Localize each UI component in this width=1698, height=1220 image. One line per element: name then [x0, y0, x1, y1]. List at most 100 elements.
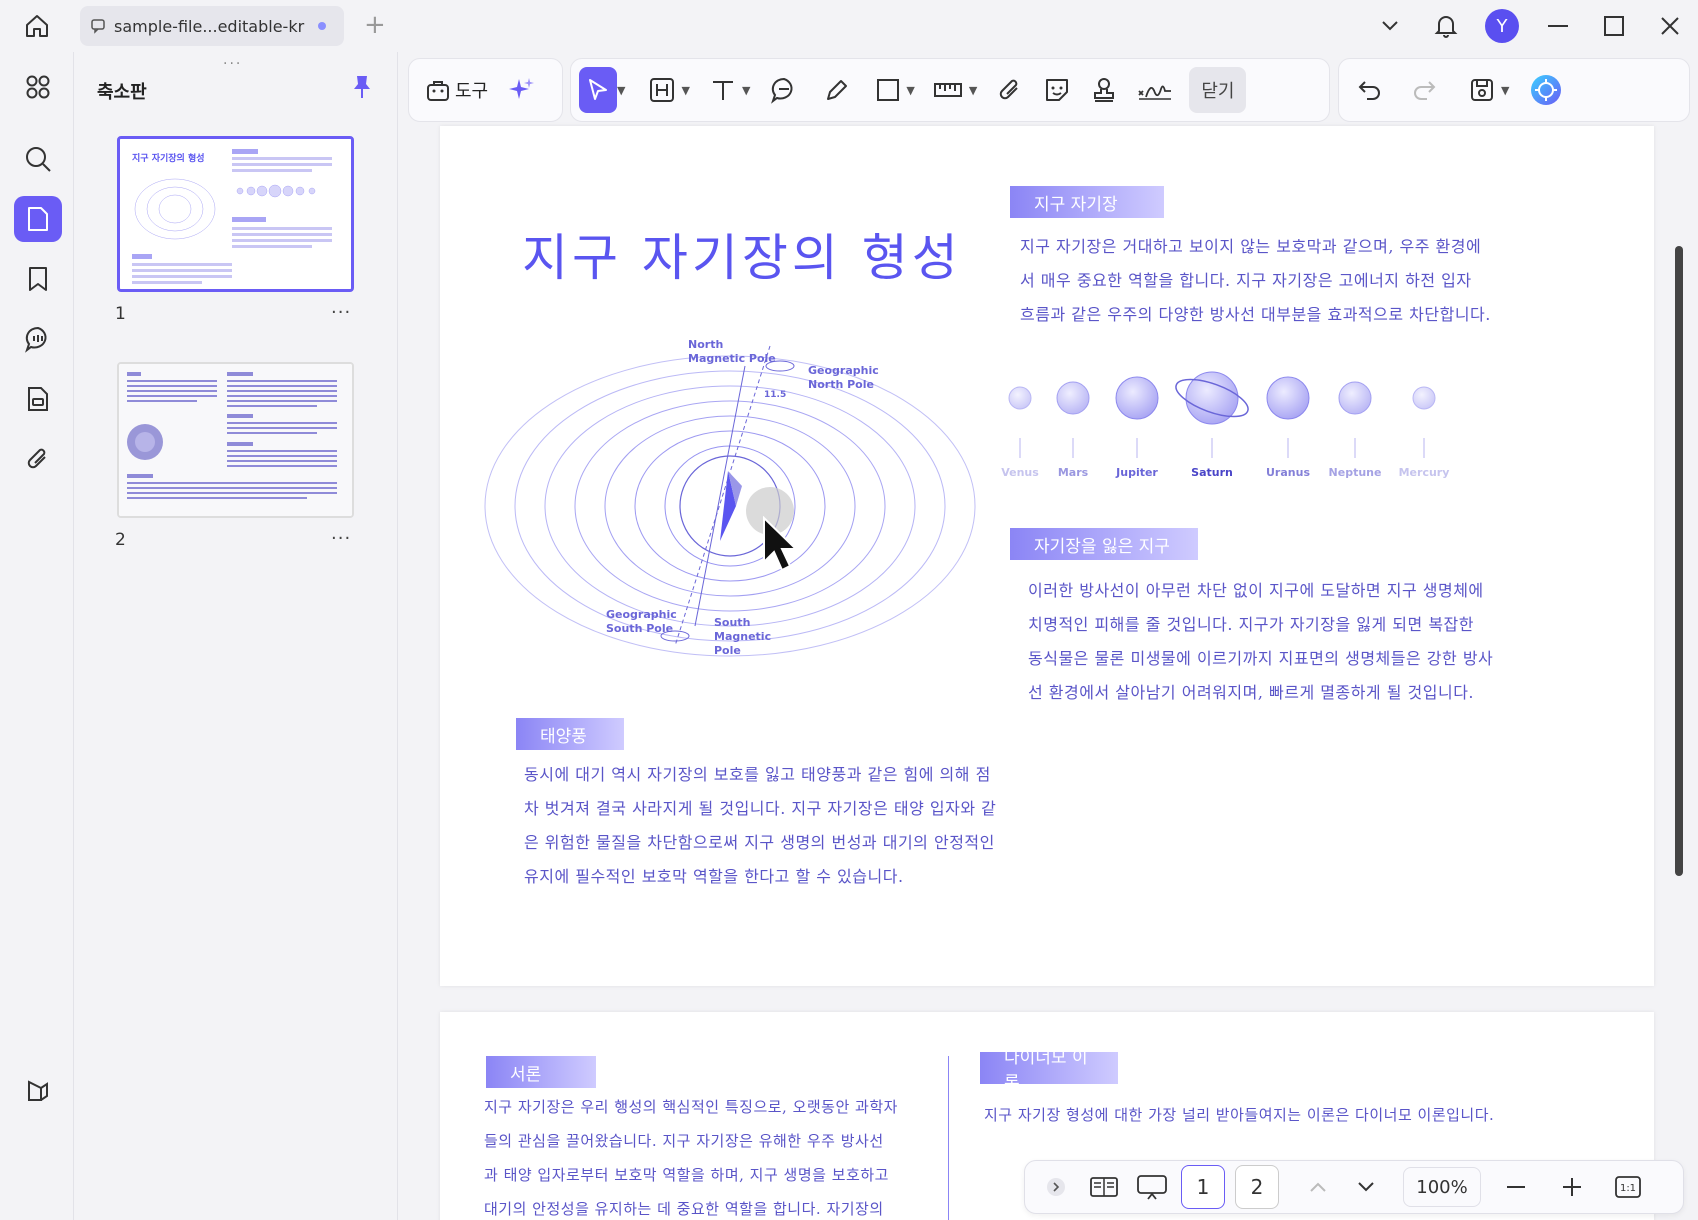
collapse-navbar-button[interactable]	[1037, 1168, 1075, 1206]
pen-icon	[827, 80, 848, 100]
document-tab[interactable]: sample-file...editable-kr	[80, 6, 344, 46]
chevron-down-icon[interactable]: ▼	[681, 84, 689, 97]
apps-button[interactable]	[14, 64, 62, 110]
page-thumbnail-2[interactable]	[117, 362, 354, 518]
page-2-button[interactable]: 2	[1235, 1165, 1279, 1209]
user-avatar-button[interactable]: Y	[1474, 0, 1530, 52]
chevron-down-icon[interactable]: ▼	[969, 84, 977, 97]
attachment-button[interactable]	[14, 436, 62, 482]
select-tool-button[interactable]	[579, 67, 617, 113]
tools-group: 도구	[408, 58, 563, 122]
close-toolbar-button[interactable]: 닫기	[1189, 67, 1247, 113]
thumbnail-more-button[interactable]: ···	[331, 302, 351, 323]
paperclip-icon	[27, 448, 46, 469]
chevron-right-icon	[1047, 1178, 1065, 1196]
new-tab-button[interactable]: +	[364, 12, 386, 38]
home-icon	[26, 15, 48, 37]
stamp-icon	[1094, 78, 1115, 102]
south-magnetic-pole-label: South Magnetic Pole	[714, 616, 772, 657]
signature-tool-button[interactable]	[1131, 67, 1179, 113]
page-1-button[interactable]: 1	[1181, 1165, 1225, 1209]
maximize-button[interactable]	[1586, 0, 1642, 52]
text-line: 지구 자기장은 거대하고 보이지 않는 보호막과 같으며, 우주 환경에	[1020, 237, 1482, 256]
planet-label: Jupiter	[1116, 466, 1158, 479]
ai-assistant-button[interactable]	[1523, 67, 1569, 113]
thumbnails-button[interactable]	[14, 196, 62, 242]
panel-resize-handle[interactable]: ···	[223, 56, 242, 72]
pen-tool-button[interactable]	[818, 67, 856, 113]
sticker-tool-button[interactable]	[1037, 67, 1077, 113]
text-line: 차 벗겨져 결국 사라지게 될 것입니다. 지구 자기장은 태양 입자와 같	[524, 799, 997, 818]
bell-icon	[1434, 16, 1458, 38]
measure-tool-button[interactable]	[927, 67, 969, 113]
two-page-view-button[interactable]	[1085, 1168, 1123, 1206]
text-line: 선 환경에서 살아남기 어려워지며, 빠르게 멸종하게 될 것입니다.	[1028, 683, 1474, 702]
maximize-icon	[1604, 16, 1624, 36]
comment-icon	[91, 19, 105, 34]
undo-button[interactable]	[1351, 67, 1389, 113]
thumbnail-page-number: 2	[115, 530, 126, 550]
sparkle-icon	[509, 78, 535, 99]
stamp-tool-button[interactable]	[1085, 67, 1123, 113]
home-button[interactable]	[20, 10, 54, 42]
chevron-down-icon[interactable]: ▼	[1501, 84, 1509, 97]
close-window-button[interactable]	[1642, 0, 1698, 52]
previous-page-button[interactable]	[1299, 1168, 1337, 1206]
tools-button[interactable]: 도구	[419, 67, 494, 113]
comments-button[interactable]	[14, 316, 62, 362]
actual-size-button[interactable]: 1:1	[1609, 1168, 1647, 1206]
chevron-down-icon[interactable]: ▼	[742, 84, 750, 97]
text-icon	[712, 81, 733, 100]
toolbox-icon	[427, 81, 449, 101]
thumbnail-panel: ··· 축소판 지구 자기장의 형성 1 ··· 2 ···	[75, 52, 398, 1220]
text-line: 지구 자기장 형성에 대한 가장 널리 받아들여지는 이론은 다이너모 이론입니…	[984, 1106, 1495, 1124]
present-icon	[1137, 1175, 1167, 1200]
chevron-down-icon[interactable]: ▼	[906, 84, 914, 97]
zoom-in-button[interactable]	[1553, 1168, 1591, 1206]
redo-icon	[1414, 81, 1436, 100]
document-viewport[interactable]: 지구 자기장의 형성 North Magnetic Pole Geographi…	[398, 122, 1685, 1220]
attach-tool-button[interactable]	[991, 67, 1029, 113]
text-line: 동시에 대기 역시 자기장의 보호를 잃고 태양풍과 같은 힘에 의해 점	[524, 765, 991, 784]
search-button[interactable]	[14, 136, 62, 182]
pin-panel-button[interactable]	[351, 74, 373, 104]
close-icon	[1661, 17, 1679, 35]
document-page-1: 지구 자기장의 형성 North Magnetic Pole Geographi…	[440, 126, 1654, 986]
logo-icon	[28, 1080, 48, 1101]
avatar: Y	[1485, 9, 1519, 43]
rectangle-icon	[877, 79, 900, 101]
grid-icon	[26, 75, 50, 99]
zoom-out-button[interactable]	[1497, 1168, 1535, 1206]
paragraph-solar-wind: 동시에 대기 역시 자기장의 보호를 잃고 태양풍과 같은 힘에 의해 점 차 …	[524, 758, 996, 894]
redo-button[interactable]	[1405, 67, 1443, 113]
toolbar: 도구 ▼ ▼ ▼ ▼ ▼ 닫기 ▼	[408, 58, 1692, 122]
chevron-down-icon	[1358, 1182, 1374, 1192]
section-label-solar-wind: 태양풍	[516, 718, 624, 750]
presentation-button[interactable]	[1133, 1168, 1171, 1206]
undo-icon	[1358, 81, 1380, 100]
ai-button[interactable]	[502, 67, 542, 113]
text-line: 대기의 안정성을 유지하는 데 중요한 역할을 합니다. 자기장의	[484, 1200, 884, 1218]
text-line: 흐름과 같은 우주의 다양한 방사선 대부분을 효과적으로 차단합니다.	[1020, 305, 1491, 324]
product-button[interactable]	[14, 1068, 62, 1114]
title-bar: sample-file...editable-kr + Y	[0, 0, 1698, 52]
planet-label: Saturn	[1191, 466, 1233, 479]
comment-tool-button[interactable]	[764, 67, 804, 113]
chevron-down-icon[interactable]: ▼	[617, 84, 625, 97]
text-tool-button[interactable]	[704, 67, 742, 113]
next-page-button[interactable]	[1347, 1168, 1385, 1206]
save-button[interactable]	[1463, 67, 1501, 113]
paragraph-earth-field: 지구 자기장은 거대하고 보이지 않는 보호막과 같으며, 우주 환경에 서 매…	[1020, 230, 1491, 332]
tab-list-button[interactable]	[1362, 0, 1418, 52]
shape-tool-button[interactable]	[870, 67, 906, 113]
bookmarks-button[interactable]	[14, 256, 62, 302]
highlight-tool-button[interactable]	[643, 67, 681, 113]
notification-button[interactable]	[1418, 0, 1474, 52]
zoom-level-field[interactable]: 100%	[1403, 1167, 1481, 1207]
section-label-dynamo: 다이너모 이론	[980, 1048, 1118, 1093]
thumbnail-more-button[interactable]: ···	[331, 528, 351, 549]
attachments-pages-button[interactable]	[14, 376, 62, 422]
vertical-scrollbar[interactable]	[1675, 246, 1683, 876]
minimize-button[interactable]	[1530, 0, 1586, 52]
page-thumbnail-1[interactable]: 지구 자기장의 형성	[117, 136, 354, 292]
